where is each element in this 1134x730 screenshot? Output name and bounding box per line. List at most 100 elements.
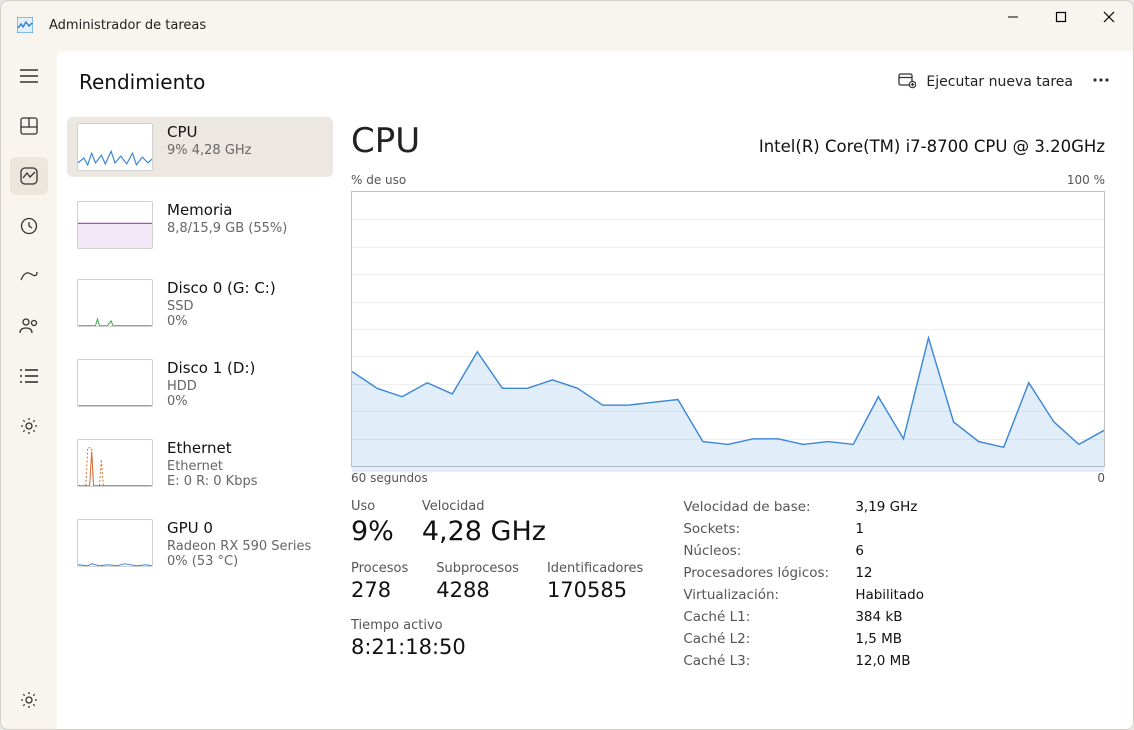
kv-key: Procesadores lógicos: xyxy=(683,565,855,581)
mini-chart-memory xyxy=(77,201,153,249)
nav-performance-icon[interactable] xyxy=(10,157,48,195)
kv-key: Caché L3: xyxy=(683,653,855,669)
app-title: Administrador de tareas xyxy=(49,18,206,33)
perf-sub2: 0% (53 °C) xyxy=(167,554,311,569)
perf-title: Disco 1 (D:) xyxy=(167,359,255,377)
window: Administrador de tareas xyxy=(0,0,1134,730)
kv-value: 1 xyxy=(855,521,864,537)
mini-chart-gpu0 xyxy=(77,519,153,567)
performance-list: CPU 9% 4,28 GHz Memoria 8,8/15,9 GB (55%… xyxy=(63,113,337,729)
perf-sub2: 0% xyxy=(167,394,255,409)
kv-key: Caché L1: xyxy=(683,609,855,625)
nav-processes-icon[interactable] xyxy=(10,107,48,145)
perf-sub: SSD xyxy=(167,299,276,314)
mini-chart-disk1 xyxy=(77,359,153,407)
nav-startup-icon[interactable] xyxy=(10,257,48,295)
nav-settings-icon[interactable] xyxy=(10,681,48,719)
kv-value: 12,0 MB xyxy=(855,653,910,669)
kv-row: Sockets:1 xyxy=(683,521,1105,537)
close-button[interactable] xyxy=(1085,1,1133,33)
usage-value: 9% xyxy=(351,516,394,547)
kv-value: 1,5 MB xyxy=(855,631,902,647)
uptime-label: Tiempo activo xyxy=(351,618,643,633)
perf-sub: Ethernet xyxy=(167,459,257,474)
kv-row: Núcleos:6 xyxy=(683,543,1105,559)
cpu-detail: CPU Intel(R) Core(TM) i7-8700 CPU @ 3.20… xyxy=(337,113,1133,729)
mini-chart-cpu xyxy=(77,123,153,171)
app-icon xyxy=(17,17,33,33)
mini-chart-disk0 xyxy=(77,279,153,327)
kv-key: Núcleos: xyxy=(683,543,855,559)
hamburger-icon[interactable] xyxy=(10,57,48,95)
kv-value: 384 kB xyxy=(855,609,902,625)
kv-key: Velocidad de base: xyxy=(683,499,855,515)
perf-item-ethernet[interactable]: Ethernet Ethernet E: 0 R: 0 Kbps xyxy=(67,433,333,495)
perf-item-disk0[interactable]: Disco 0 (G: C:) SSD 0% xyxy=(67,273,333,335)
perf-title: CPU xyxy=(167,123,252,141)
kv-value: 12 xyxy=(855,565,872,581)
speed-label: Velocidad xyxy=(422,499,546,514)
minimize-button[interactable] xyxy=(989,1,1037,33)
nav-users-icon[interactable] xyxy=(10,307,48,345)
kv-key: Sockets: xyxy=(683,521,855,537)
kv-key: Virtualización: xyxy=(683,587,855,603)
kv-row: Procesadores lógicos:12 xyxy=(683,565,1105,581)
kv-row: Virtualización:Habilitado xyxy=(683,587,1105,603)
perf-sub2: E: 0 R: 0 Kbps xyxy=(167,474,257,489)
cpu-line xyxy=(352,192,1104,472)
speed-value: 4,28 GHz xyxy=(422,516,546,547)
maximize-button[interactable] xyxy=(1037,1,1085,33)
perf-item-memory[interactable]: Memoria 8,8/15,9 GB (55%) xyxy=(67,195,333,255)
chart-ylabel: % de uso xyxy=(351,173,406,187)
perf-sub: Radeon RX 590 Series xyxy=(167,539,311,554)
more-options-button[interactable] xyxy=(1091,70,1111,94)
run-new-task-button[interactable]: Ejecutar nueva tarea xyxy=(898,71,1073,93)
perf-item-disk1[interactable]: Disco 1 (D:) HDD 0% xyxy=(67,353,333,415)
kv-value: 3,19 GHz xyxy=(855,499,917,515)
threads-value: 4288 xyxy=(436,578,519,602)
perf-item-gpu0[interactable]: GPU 0 Radeon RX 590 Series 0% (53 °C) xyxy=(67,513,333,575)
chart-ymax: 100 % xyxy=(1067,173,1105,187)
perf-title: GPU 0 xyxy=(167,519,311,537)
content-header: Rendimiento Ejecutar nueva tarea xyxy=(57,51,1133,113)
kv-value: Habilitado xyxy=(855,587,924,603)
kv-row: Caché L3:12,0 MB xyxy=(683,653,1105,669)
kv-value: 6 xyxy=(855,543,864,559)
perf-item-cpu[interactable]: CPU 9% 4,28 GHz xyxy=(67,117,333,177)
nav-details-icon[interactable] xyxy=(10,357,48,395)
kv-key: Caché L2: xyxy=(683,631,855,647)
mini-chart-ethernet xyxy=(77,439,153,487)
perf-sub2: 0% xyxy=(167,314,276,329)
perf-sub: 8,8/15,9 GB (55%) xyxy=(167,221,287,236)
perf-title: Memoria xyxy=(167,201,287,219)
handles-label: Identificadores xyxy=(547,561,643,576)
uptime-value: 8:21:18:50 xyxy=(351,635,643,659)
usage-label: Uso xyxy=(351,499,394,514)
cpu-usage-chart[interactable] xyxy=(351,191,1105,467)
nav-services-icon[interactable] xyxy=(10,407,48,445)
kv-row: Velocidad de base:3,19 GHz xyxy=(683,499,1105,515)
nav-rail xyxy=(1,49,57,729)
kv-row: Caché L2:1,5 MB xyxy=(683,631,1105,647)
handles-value: 170585 xyxy=(547,578,643,602)
perf-sub: 9% 4,28 GHz xyxy=(167,143,252,158)
perf-title: Ethernet xyxy=(167,439,257,457)
chart-xlabel-right: 0 xyxy=(1097,471,1105,485)
kv-row: Caché L1:384 kB xyxy=(683,609,1105,625)
content-pane: Rendimiento Ejecutar nueva tarea xyxy=(57,51,1133,729)
page-title: Rendimiento xyxy=(79,70,205,94)
detail-title: CPU xyxy=(351,121,420,161)
perf-sub: HDD xyxy=(167,379,255,394)
run-task-icon xyxy=(898,71,916,93)
stats-right: Velocidad de base:3,19 GHzSockets:1Núcle… xyxy=(683,499,1105,675)
perf-title: Disco 0 (G: C:) xyxy=(167,279,276,297)
stats-left: Uso 9% Velocidad 4,28 GHz Proc xyxy=(351,499,643,675)
nav-history-icon[interactable] xyxy=(10,207,48,245)
chart-xlabel-left: 60 segundos xyxy=(351,471,428,485)
processes-value: 278 xyxy=(351,578,408,602)
cpu-model: Intel(R) Core(TM) i7-8700 CPU @ 3.20GHz xyxy=(759,137,1105,156)
titlebar: Administrador de tareas xyxy=(1,1,1133,49)
threads-label: Subprocesos xyxy=(436,561,519,576)
run-new-task-label: Ejecutar nueva tarea xyxy=(926,74,1073,90)
processes-label: Procesos xyxy=(351,561,408,576)
